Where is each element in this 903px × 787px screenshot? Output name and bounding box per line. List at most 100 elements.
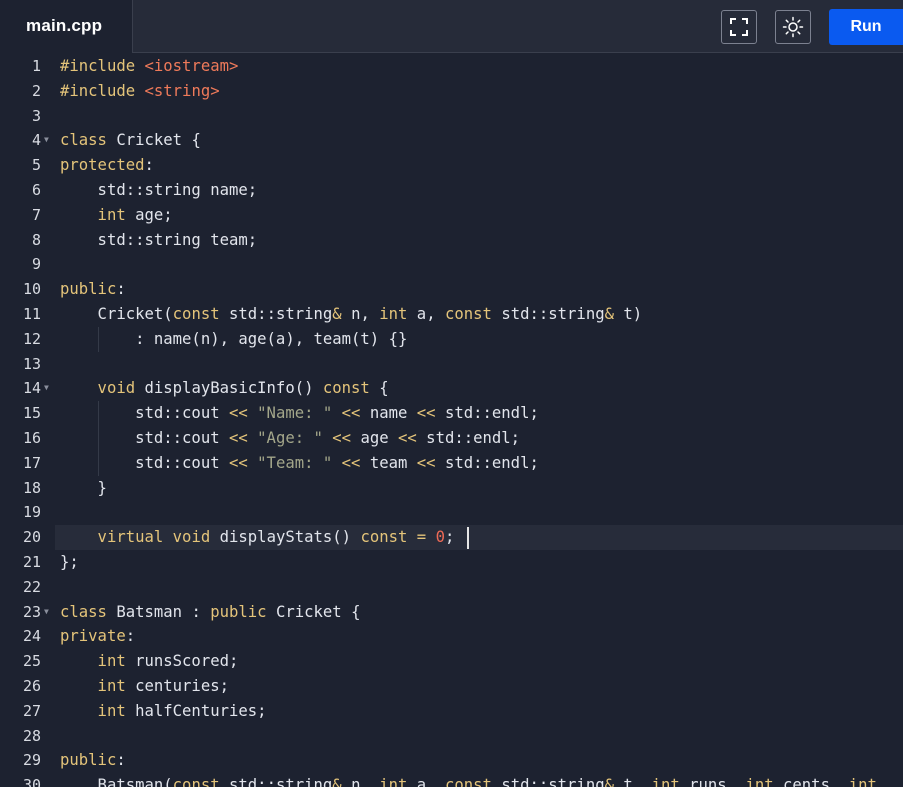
line-number: 23: [22, 602, 41, 621]
code-line[interactable]: 4 ▼ class Cricket {: [0, 128, 903, 153]
code-line[interactable]: 25 int runsScored;: [0, 649, 903, 674]
code-line[interactable]: 29 public:: [0, 748, 903, 773]
code-line[interactable]: 9: [0, 252, 903, 277]
code-token: class: [60, 131, 107, 150]
code-text: virtual void displayStats() const = 0;: [60, 525, 455, 550]
code-line[interactable]: 30 Batsman(const std::string& n, int a, …: [0, 773, 903, 787]
code-token: int: [60, 677, 126, 695]
code-token: const: [444, 305, 492, 323]
code-line[interactable]: 14 ▼ void displayBasicInfo() const {: [0, 376, 903, 401]
code-token: int: [60, 652, 126, 671]
code-text: private:: [60, 624, 135, 649]
code-token: a,: [407, 305, 445, 323]
code-token: Cricket {: [266, 602, 361, 621]
fullscreen-button[interactable]: [721, 10, 757, 44]
code-token: team: [360, 453, 417, 472]
code-line[interactable]: 13: [0, 352, 903, 377]
line-number: 7: [31, 205, 41, 224]
code-token: std::cout: [60, 429, 229, 447]
code-token: const: [360, 528, 408, 547]
line-number: 27: [22, 701, 41, 720]
code-line[interactable]: 7 int age;: [0, 203, 903, 228]
code-line[interactable]: 12 : name(n), age(a), team(t) {}: [0, 327, 903, 352]
code-token: std::endl;: [435, 453, 539, 472]
code-line[interactable]: 11 Cricket(const std::string& n, int a, …: [0, 302, 903, 327]
code-line[interactable]: 1 #include <iostream>: [0, 54, 903, 79]
code-token: const: [444, 776, 492, 787]
code-line[interactable]: 28: [0, 724, 903, 749]
code-line[interactable]: 10 public:: [0, 277, 903, 302]
code-text: std::string name;: [60, 178, 258, 203]
code-token: &: [604, 776, 614, 787]
code-text: int runsScored;: [60, 649, 239, 674]
code-token: &: [332, 305, 342, 323]
code-text: : name(n), age(a), team(t) {}: [60, 327, 407, 352]
code-token: int: [848, 776, 877, 787]
code-line[interactable]: 19: [0, 500, 903, 525]
code-line[interactable]: 21};: [0, 550, 903, 575]
code-line[interactable]: 17 std::cout << "Team: " << team << std:…: [0, 451, 903, 476]
code-area[interactable]: 1 #include <iostream> 2 #include <string> 3 4…: [0, 53, 903, 787]
code-text: Cricket(const std::string& n, int a, con…: [60, 302, 643, 327]
code-token: public: [60, 751, 117, 770]
code-token: class: [60, 602, 107, 621]
code-token: };: [60, 553, 79, 571]
code-line[interactable]: 22: [0, 575, 903, 600]
tab-main-cpp[interactable]: main.cpp: [0, 0, 133, 53]
code-token: 0: [435, 528, 445, 547]
code-token: int: [745, 776, 774, 787]
fullscreen-icon: [729, 17, 749, 37]
code-line[interactable]: 15 std::cout << "Name: " << name << std:…: [0, 401, 903, 426]
code-token: <<: [416, 404, 436, 423]
code-line[interactable]: 6 std::string name;: [0, 178, 903, 203]
code-text: };: [60, 550, 79, 575]
code-text: int halfCenturies;: [60, 699, 267, 724]
code-token: int: [60, 205, 126, 224]
code-line[interactable]: 16 std::cout << "Age: " << age << std::e…: [0, 426, 903, 451]
code-text: Batsman(const std::string& n, int a, con…: [60, 773, 877, 787]
code-line[interactable]: 3: [0, 104, 903, 129]
code-token: std::string: [491, 305, 605, 323]
code-line[interactable]: 2 #include <string>: [0, 79, 903, 104]
code-token: =: [416, 528, 427, 547]
line-number: 4: [31, 131, 41, 150]
code-token: t,: [614, 776, 652, 787]
code-token: const: [322, 379, 370, 398]
code-token: Cricket {: [106, 131, 201, 150]
fold-chevron-icon[interactable]: ▼: [44, 600, 52, 625]
code-token: &: [604, 305, 614, 323]
code-token: ;: [444, 528, 455, 547]
fold-chevron-icon[interactable]: ▼: [44, 128, 52, 153]
code-line[interactable]: 8 std::string team;: [0, 228, 903, 253]
code-token: int: [379, 776, 408, 787]
code-line[interactable]: 26 int centuries;: [0, 674, 903, 699]
code-line[interactable]: 27 int halfCenturies;: [0, 699, 903, 724]
code-line[interactable]: 24 private:: [0, 624, 903, 649]
code-text: #include <iostream>: [60, 54, 238, 79]
run-button[interactable]: Run: [829, 9, 903, 45]
line-number: 13: [22, 354, 41, 373]
code-token: void: [60, 379, 136, 398]
code-text: std::cout << "Team: " << team << std::en…: [60, 451, 539, 476]
code-line[interactable]: 18 }: [0, 476, 903, 501]
code-token: <<: [229, 404, 248, 423]
code-line[interactable]: 23 ▼ class Batsman : public Cricket {: [0, 600, 903, 625]
code-token: runs,: [679, 776, 746, 787]
code-line[interactable]: 5 protected:: [0, 153, 903, 178]
code-token: cents,: [773, 776, 849, 787]
code-line[interactable]: 20 virtual void displayStats() const = 0…: [0, 525, 903, 550]
code-token: protected: [60, 156, 145, 175]
line-number: 5: [31, 156, 41, 175]
line-number: 21: [22, 553, 41, 571]
code-token: :: [144, 156, 154, 175]
code-text: class Cricket {: [60, 128, 201, 153]
fold-chevron-icon[interactable]: ▼: [44, 376, 52, 401]
code-token: &: [332, 776, 342, 787]
line-number: 29: [22, 751, 41, 770]
theme-toggle-button[interactable]: [775, 10, 811, 44]
